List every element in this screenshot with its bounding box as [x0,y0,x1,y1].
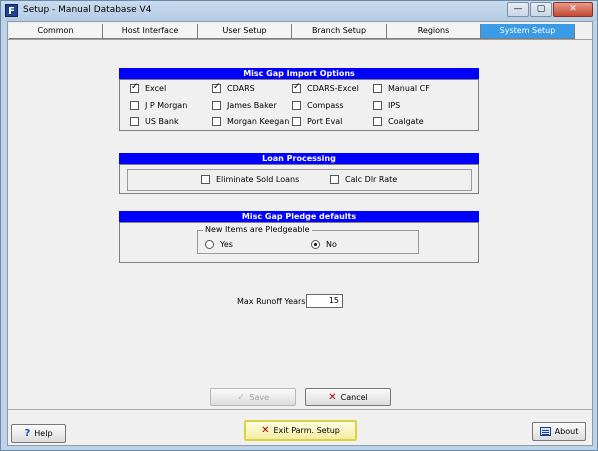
checkbox-morgan-keegan[interactable]: Morgan Keegan [212,117,289,126]
cancel-button[interactable]: ✕ Cancel [305,388,391,406]
pledgeable-group-label: New Items are Pledgeable [203,225,312,234]
system-setup-panel: Misc Gap Import Options Excel CDARS CDAR… [8,39,592,409]
about-icon [539,427,551,436]
checkbox-ips[interactable]: IPS [373,101,400,110]
title-bar: F Setup - Manual Database V4 — ▢ ✕ [1,1,597,21]
close-button[interactable]: ✕ [553,2,593,17]
help-button[interactable]: ? Help [11,424,66,443]
checkbox-excel[interactable]: Excel [130,82,166,93]
checkbox-cdars[interactable]: CDARS [212,82,255,93]
checkbox-icon [212,117,221,126]
checkbox-icon [212,101,221,110]
save-button[interactable]: ✓ Save [210,388,296,406]
client-area: Common Host Interface User Setup Branch … [7,21,593,446]
checkbox-compass[interactable]: Compass [292,101,344,110]
checkbox-icon [330,175,339,184]
loan-processing-header: Loan Processing [119,153,479,164]
radio-yes[interactable]: Yes [205,240,233,249]
misc-gap-import-options-header: Misc Gap Import Options [119,68,479,79]
close-icon: ✕ [328,391,337,403]
checkbox-icon [130,101,139,110]
minimize-button[interactable]: — [507,2,529,17]
tab-system-setup[interactable]: System Setup [481,24,575,39]
loan-processing-inner [127,169,472,191]
checkbox-icon [373,101,382,110]
check-icon [130,82,139,93]
misc-gap-pledge-defaults-header: Misc Gap Pledge defaults [119,211,479,222]
checkbox-manual-cf[interactable]: Manual CF [373,84,430,93]
checkbox-icon [292,117,301,126]
tab-user-setup[interactable]: User Setup [198,24,292,39]
checkbox-icon [292,101,301,110]
footer-bar: ? Help ✕ Exit Parm. Setup About [8,409,592,445]
tab-strip: Common Host Interface User Setup Branch … [9,24,593,39]
loan-processing-box: Eliminate Sold Loans Calc Dlr Rate [119,164,479,194]
window-title: Setup - Manual Database V4 [23,5,152,15]
check-icon [212,82,221,93]
radio-no[interactable]: No [311,240,337,249]
max-runoff-label: Max Runoff Years [237,297,306,306]
checkbox-port-eval[interactable]: Port Eval [292,117,342,126]
check-icon: ✓ [236,391,246,403]
checkbox-coalgate[interactable]: Coalgate [373,117,424,126]
misc-gap-import-options-box: Excel CDARS CDARS-Excel Manual CF J P Mo… [119,79,479,131]
tab-branch-setup[interactable]: Branch Setup [292,24,387,39]
checkbox-jp-morgan[interactable]: J P Morgan [130,101,187,110]
about-button[interactable]: About [532,422,586,441]
checkbox-icon [201,175,210,184]
checkbox-calc-dlr-rate[interactable]: Calc Dlr Rate [330,175,397,184]
close-icon: ✕ [261,425,270,436]
checkbox-icon [373,84,382,93]
tab-common[interactable]: Common [9,24,103,39]
help-icon: ? [24,428,31,439]
max-runoff-input[interactable]: 15 [306,294,343,308]
app-logo-icon: F [5,4,18,17]
setup-window: F Setup - Manual Database V4 — ▢ ✕ Commo… [0,0,598,451]
checkbox-us-bank[interactable]: US Bank [130,117,179,126]
tab-regions[interactable]: Regions [387,24,481,39]
checkbox-icon [130,117,139,126]
restore-button[interactable]: ▢ [530,2,552,17]
checkbox-icon [373,117,382,126]
checkbox-james-baker[interactable]: James Baker [212,101,277,110]
checkbox-eliminate-sold-loans[interactable]: Eliminate Sold Loans [201,175,299,184]
tab-host-interface[interactable]: Host Interface [103,24,198,39]
window-controls: — ▢ ✕ [507,2,593,17]
misc-gap-pledge-defaults-box: New Items are Pledgeable Yes No [119,222,479,263]
radio-icon [205,240,214,249]
radio-selected-icon [311,240,320,249]
exit-parm-setup-button[interactable]: ✕ Exit Parm. Setup [244,420,357,441]
check-icon [292,82,301,93]
checkbox-cdars-excel[interactable]: CDARS-Excel [292,82,359,93]
